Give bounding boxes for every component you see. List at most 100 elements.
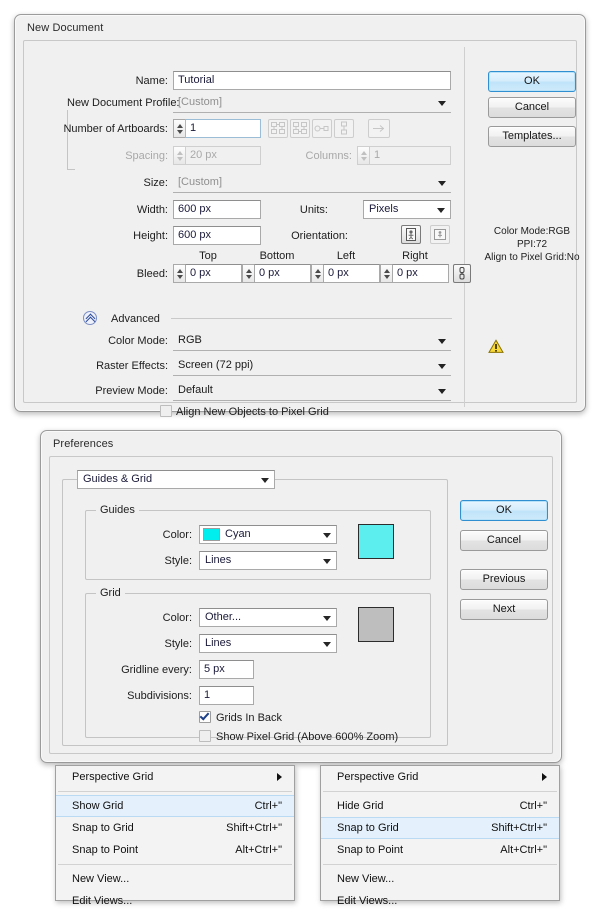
subdivisions-input[interactable]: 1 (199, 686, 254, 705)
artboard-single-column-glyph (335, 120, 353, 137)
menu-item[interactable]: Snap to GridShift+Ctrl+" (56, 817, 294, 839)
spacing-input[interactable]: 20 px (185, 146, 261, 165)
columns-label: Columns: (268, 149, 352, 163)
units-select[interactable]: Pixels (363, 200, 451, 219)
height-label: Height: (84, 229, 168, 243)
size-select[interactable]: [Custom] (173, 174, 451, 193)
menu-item-label: Perspective Grid (72, 771, 153, 783)
artboard-grid-by-row-icon[interactable] (268, 119, 288, 138)
menu-item-label: Snap to Point (337, 844, 403, 856)
width-input[interactable]: 600 px (173, 200, 261, 219)
raster-effects-select[interactable]: Screen (72 ppi) (173, 357, 451, 376)
name-label: Name: (64, 74, 168, 88)
orientation-portrait-icon[interactable] (401, 225, 421, 244)
menu-item[interactable]: Show GridCtrl+" (56, 795, 294, 817)
bleed-right-input[interactable]: 0 px (392, 264, 449, 283)
bleed-top-stepper[interactable] (173, 264, 185, 283)
gridline-every-input[interactable]: 5 px (199, 660, 254, 679)
menu-separator (58, 791, 292, 792)
bleed-top-header: Top (173, 249, 243, 263)
new-document-templates-button[interactable]: Templates... (488, 126, 576, 147)
menu-item[interactable]: Edit Views... (56, 890, 294, 912)
bleed-bottom-header: Bottom (242, 249, 312, 263)
check-icon (200, 710, 210, 720)
new-document-dialog: New Document Name: Tutorial New Document… (14, 14, 586, 412)
menu-item-label: Perspective Grid (337, 771, 418, 783)
disclosure-collapse-icon[interactable] (83, 311, 97, 325)
spacing-stepper[interactable] (173, 146, 185, 165)
size-select-value: [Custom] (178, 176, 222, 188)
guides-style-select[interactable]: Lines (199, 551, 337, 570)
guides-group: Guides Color: Cyan Style: Lines (85, 510, 431, 580)
menu-item[interactable]: Edit Views... (321, 890, 559, 912)
align-pixel-grid-checkbox[interactable] (160, 405, 172, 417)
preferences-cancel-button[interactable]: Cancel (460, 530, 548, 551)
columns-stepper[interactable] (357, 146, 369, 165)
bleed-right-header: Right (380, 249, 450, 263)
menu-item[interactable]: Snap to PointAlt+Ctrl+" (321, 839, 559, 861)
height-input[interactable]: 600 px (173, 226, 261, 245)
menu-item[interactable]: Snap to PointAlt+Ctrl+" (56, 839, 294, 861)
grid-color-select[interactable]: Other... (199, 608, 337, 627)
preferences-previous-button[interactable]: Previous (460, 569, 548, 590)
stepper-up-icon (384, 269, 390, 273)
new-document-ok-button[interactable]: OK (488, 71, 576, 92)
menu-item-shortcut: Shift+Ctrl+" (226, 817, 282, 839)
orientation-landscape-icon[interactable] (430, 225, 450, 244)
chevron-down-icon (437, 208, 445, 213)
bleed-top-input[interactable]: 0 px (185, 264, 242, 283)
grid-color-swatch[interactable] (358, 607, 394, 642)
preview-mode-select[interactable]: Default (173, 382, 451, 401)
stepper-down-icon (246, 275, 252, 279)
stepper-up-icon (177, 151, 183, 155)
orientation-portrait-glyph (402, 226, 420, 243)
grids-in-back-label: Grids In Back (216, 711, 376, 725)
artboard-single-row-icon[interactable] (312, 119, 332, 138)
artboards-stepper[interactable] (173, 119, 185, 138)
bleed-left-input[interactable]: 0 px (323, 264, 380, 283)
preferences-next-button[interactable]: Next (460, 599, 548, 620)
new-document-cancel-button[interactable]: Cancel (488, 97, 576, 118)
guides-color-select[interactable]: Cyan (199, 525, 337, 544)
name-input[interactable]: Tutorial (173, 71, 451, 90)
new-document-body: Name: Tutorial New Document Profile: [Cu… (23, 40, 577, 403)
grid-group-caption: Grid (96, 587, 125, 600)
preferences-ok-button[interactable]: OK (460, 500, 548, 521)
artboard-single-row-glyph (313, 120, 331, 137)
show-pixel-grid-label: Show Pixel Grid (Above 600% Zoom) (216, 730, 456, 744)
bleed-bottom-input[interactable]: 0 px (254, 264, 311, 283)
raster-effects-value: Screen (72 ppi) (178, 359, 253, 371)
gridline-every-label: Gridline every: (88, 663, 192, 677)
guides-color-value: Cyan (225, 528, 251, 540)
submenu-arrow-icon (542, 773, 547, 781)
bleed-link-icon[interactable] (453, 264, 471, 283)
menu-item[interactable]: Hide GridCtrl+" (321, 795, 559, 817)
artboards-input[interactable]: 1 (185, 119, 261, 138)
menu-separator (58, 864, 292, 865)
preferences-body: Guides & Grid Guides Color: Cyan Style: … (49, 456, 553, 754)
guides-color-swatch[interactable] (358, 524, 394, 559)
spacing-label: Spacing: (84, 149, 168, 163)
menu-item[interactable]: Perspective Grid (56, 766, 294, 788)
menu-item[interactable]: Snap to GridShift+Ctrl+" (321, 817, 559, 839)
color-mode-select[interactable]: RGB (173, 332, 451, 351)
grids-in-back-checkbox[interactable] (199, 711, 211, 723)
preferences-section-select[interactable]: Guides & Grid (77, 470, 275, 489)
profile-select[interactable]: [Custom] (173, 94, 451, 113)
bleed-right-stepper[interactable] (380, 264, 392, 283)
menu-item[interactable]: Perspective Grid (321, 766, 559, 788)
menu-item[interactable]: New View... (321, 868, 559, 890)
bleed-bottom-stepper[interactable] (242, 264, 254, 283)
menu-item[interactable]: New View... (56, 868, 294, 890)
artboard-single-column-icon[interactable] (334, 119, 354, 138)
grid-style-select[interactable]: Lines (199, 634, 337, 653)
bleed-left-stepper[interactable] (311, 264, 323, 283)
show-pixel-grid-checkbox[interactable] (199, 730, 211, 742)
summary-ppi: PPI:72 (476, 238, 588, 251)
artboards-label: Number of Artboards: (50, 122, 168, 136)
orientation-label: Orientation: (268, 229, 348, 243)
chevron-down-icon (323, 616, 331, 621)
artboard-change-order-icon[interactable] (368, 119, 390, 138)
artboard-grid-by-column-icon[interactable] (290, 119, 310, 138)
columns-input[interactable]: 1 (369, 146, 451, 165)
